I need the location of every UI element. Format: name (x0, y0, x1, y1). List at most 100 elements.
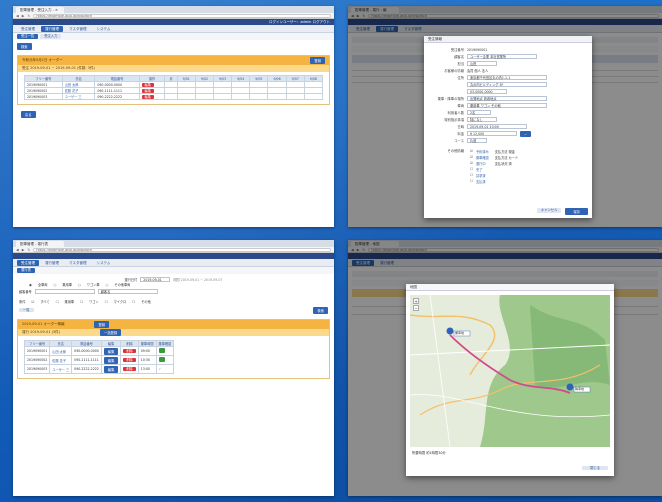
notes-input[interactable]: 特になし (467, 117, 497, 122)
field-value[interactable]: 会員 個人 法人 (467, 68, 488, 73)
menu-item[interactable]: 運行管理 (41, 260, 63, 266)
search-button[interactable]: 検索 (17, 43, 32, 50)
edit-button[interactable]: 編集 (141, 88, 154, 93)
forward-icon[interactable]: ▶ (22, 248, 25, 252)
edit-button[interactable]: 編集 (141, 94, 154, 99)
register-button[interactable]: 登録 (94, 321, 110, 328)
reload-icon[interactable]: ↻ (27, 14, 30, 18)
staff-input[interactable]: 山田 (467, 61, 497, 66)
checkbox-icon[interactable]: ☐ (470, 173, 473, 177)
cell-name[interactable]: 佐藤 花子 (49, 355, 73, 365)
save-button[interactable]: 保存 (565, 208, 588, 215)
passengers-input[interactable]: 2名 (467, 110, 491, 115)
table-row[interactable]: 2019090003 ユーザー 三 090-2222-2222 編集 (24, 93, 324, 100)
delete-button[interactable]: 削除 (123, 358, 136, 362)
customer-input[interactable] (34, 289, 95, 294)
zoom-in-button[interactable]: + (413, 298, 419, 304)
menu-item[interactable]: 運行管理 (41, 25, 63, 32)
edit-button[interactable]: 編集 (103, 365, 119, 373)
address2-input[interactable]: 丸の内ビルディング 5F (467, 82, 547, 87)
datetime-input[interactable]: 2019-09-01 10:00 (467, 124, 527, 129)
table-row[interactable]: 2019090001 山田 太郎 090-0000-0000 編集 削除 09:… (23, 346, 175, 356)
table-row[interactable]: 2019090002 佐藤 花子 090-1111-1111 編集 削除 10:… (23, 355, 175, 365)
cell-name[interactable]: ユーザー 三 (49, 364, 73, 374)
checkbox-icon[interactable]: ☐ (105, 300, 108, 304)
checkbox-icon[interactable]: ☑ (470, 149, 473, 153)
list-tag[interactable]: 一覧 (19, 308, 34, 312)
table-row[interactable]: 2019090003 ユーザー 三 090-2222-2222 編集 削除 13… (23, 364, 175, 374)
phone-input[interactable]: 03-0000-0000 (467, 89, 507, 94)
customer-input[interactable]: ユーザー企業 本社営業所 (467, 54, 537, 59)
place-select[interactable]: 出発地点 到着地点 (467, 96, 547, 101)
edit-button[interactable]: 編集 (103, 356, 119, 364)
back-button[interactable]: 戻る (21, 111, 36, 118)
sub-menu-item[interactable]: 受注入力 (40, 34, 62, 39)
cell-time: 10:30 (137, 355, 157, 365)
menu-item[interactable]: システム (93, 26, 115, 32)
register-button[interactable]: 登録 (310, 57, 325, 64)
map-canvas (410, 295, 610, 447)
browser-titlebar: 配車管理 - 受注入力 - × (13, 6, 334, 13)
bulk-register-button[interactable]: 一括登録 (100, 329, 122, 336)
course-select[interactable]: 片道 (467, 138, 487, 143)
url-input[interactable]: https://example-app.jp/dispatch (33, 247, 331, 252)
sub-menu: 受注一覧 受注入力 (13, 33, 334, 40)
checkbox-icon[interactable]: ☑ (31, 300, 34, 304)
checkbox-icon[interactable]: ☐ (470, 179, 473, 183)
delete-button[interactable]: 削除 (123, 349, 136, 353)
menu-item[interactable]: システム (93, 260, 115, 266)
radio-icon[interactable]: ○ (106, 283, 109, 287)
radio-icon[interactable]: ◉ (29, 283, 32, 287)
search-button[interactable]: 検索 (313, 307, 328, 314)
field-label: 顧客名 (454, 55, 464, 59)
zoom-out-button[interactable]: − (413, 305, 419, 311)
edit-button[interactable]: 編集 (141, 82, 154, 87)
fare-input[interactable]: ¥ 12,000 (467, 131, 517, 136)
cell-name[interactable]: ユーザー 三 (61, 93, 96, 100)
forward-icon[interactable]: ▶ (22, 14, 25, 18)
sub-menu-item[interactable]: 運行表 (17, 268, 35, 273)
radio-icon[interactable]: ○ (53, 283, 56, 287)
order-sub-title: 運行 2019-09-01 (3件) (22, 330, 61, 334)
url-input[interactable]: https://example-app.jp/dispatch (33, 13, 331, 18)
check-label: 運行中 (475, 161, 486, 166)
browser-tab[interactable]: 配車管理 - 受注入力 - × (16, 7, 64, 13)
vehicle-select[interactable]: 乗用車 ワゴン その他 (467, 103, 547, 108)
confirm-toggle[interactable] (158, 348, 165, 353)
menu-item[interactable]: 受注管理 (17, 26, 39, 32)
condition-label: 条件 (19, 300, 26, 304)
checkbox-icon[interactable]: ☑ (470, 161, 473, 165)
delete-button[interactable]: 削除 (123, 367, 136, 371)
calc-button[interactable]: … (520, 130, 532, 137)
field-label: その他情報 (447, 149, 464, 153)
checkbox-icon[interactable]: ☑ (470, 155, 473, 159)
route-map[interactable]: 乗車地 降車地 + − (410, 295, 610, 447)
menu-item[interactable]: マスタ管理 (65, 26, 91, 32)
browser-tab[interactable]: 配車管理 - 運行表 (16, 241, 64, 247)
sub-menu-item[interactable]: 受注一覧 (17, 34, 39, 39)
menu-item[interactable]: 受注管理 (17, 259, 39, 266)
map-modal: 地図 乗車地 降車地 + − 所要時間 約1時間30分 閉じる (406, 284, 614, 476)
screenshot-map: 配車管理 - 地図 ◀ ▶ ↻ https://example-app.jp/d… (348, 240, 662, 496)
checkbox-icon[interactable]: ☐ (470, 167, 473, 171)
cell-name[interactable]: 山田 太郎 (49, 346, 73, 356)
radio-icon[interactable]: ○ (78, 283, 81, 287)
modal-title: 地図 (406, 284, 614, 291)
customer-name-input[interactable]: 顧客名 (97, 289, 158, 294)
field-label: 住所 (457, 76, 464, 80)
reload-icon[interactable]: ↻ (27, 248, 30, 252)
menu-item[interactable]: マスタ管理 (65, 260, 91, 266)
back-icon[interactable]: ◀ (16, 248, 19, 252)
checkbox-icon[interactable]: ☐ (56, 300, 59, 304)
confirm-toggle[interactable] (158, 357, 165, 362)
checkbox-icon[interactable]: ☐ (80, 300, 83, 304)
date-input[interactable]: 2019-09-01 (140, 276, 171, 282)
close-button[interactable]: 閉じる (582, 466, 608, 470)
cancel-button[interactable]: キャンセル (536, 208, 562, 213)
address-input[interactable]: 東京都千代田区丸の内1-1-1 (467, 75, 547, 80)
checkbox-icon[interactable]: ☐ (132, 300, 135, 304)
edit-button[interactable]: 編集 (103, 347, 119, 355)
user-info[interactable]: ログインユーザー：admin ログアウト (269, 20, 330, 25)
column-header: 乗車確認 (155, 340, 175, 347)
back-icon[interactable]: ◀ (16, 14, 19, 18)
